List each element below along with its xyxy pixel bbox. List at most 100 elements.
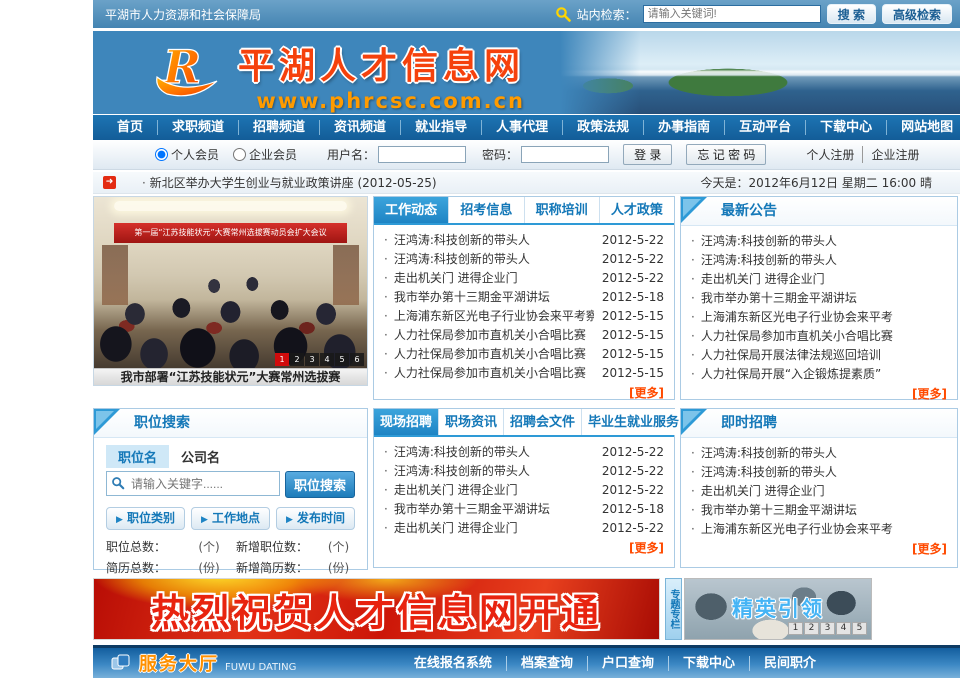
tab-work-news[interactable]: 工作动态 [374, 197, 449, 223]
more-link[interactable]: [更多] [374, 383, 674, 404]
advanced-search-button[interactable]: 高级检索 [882, 4, 952, 24]
list-item[interactable]: 汪鸿涛:科技创新的带头人 [691, 232, 947, 251]
photo-page-6[interactable]: 6 [350, 353, 364, 366]
nav-item-policies[interactable]: 政策法规 [562, 120, 643, 135]
news-item[interactable]: 汪鸿涛:科技创新的带头人2012-5-22 [384, 250, 664, 269]
list-item[interactable]: 上海浦东新区光电子行业协会来平考 [691, 520, 947, 539]
list-item[interactable]: 我市举办第十三期金平湖讲坛 [691, 501, 947, 520]
total-resumes-value: (份) [182, 558, 236, 579]
more-link[interactable]: [更多] [374, 538, 674, 559]
news-item[interactable]: 汪鸿涛:科技创新的带头人2012-5-22 [384, 443, 664, 462]
member-type-company[interactable]: 企业会员 [233, 146, 297, 163]
special-column-banner[interactable]: 精英引领 1 2 3 4 5 [684, 578, 872, 640]
special-page-5[interactable]: 5 [852, 622, 867, 635]
special-page-2[interactable]: 2 [804, 622, 819, 635]
list-item[interactable]: 走出机关门 进得企业门 [691, 270, 947, 289]
photo-banner-text: 第一届“江苏技能状元”大赛常州选拔赛动员会扩大会议 [114, 223, 347, 243]
ticker-arrow-icon: ➜ [103, 176, 116, 189]
job-keyword-input[interactable] [106, 471, 280, 496]
news-item[interactable]: 我市举办第十三期金平湖讲坛2012-5-18 [384, 500, 664, 519]
list-item[interactable]: 走出机关门 进得企业门 [691, 482, 947, 501]
filter-publish-time[interactable]: ▶发布时间 [276, 507, 355, 530]
photo-page-3[interactable]: 3 [305, 353, 319, 366]
special-page-1[interactable]: 1 [788, 622, 803, 635]
special-page-4[interactable]: 4 [836, 622, 851, 635]
password-field[interactable] [521, 146, 609, 163]
footer-link-archive-query[interactable]: 档案查询 [506, 656, 587, 671]
site-search-button[interactable]: 搜 索 [827, 4, 876, 24]
footer-link-download-center[interactable]: 下载中心 [668, 656, 749, 671]
photo-page-1[interactable]: 1 [275, 353, 289, 366]
nav-item-information[interactable]: 资讯频道 [319, 120, 400, 135]
footer-link-online-registration[interactable]: 在线报名系统 [400, 656, 506, 671]
tab-graduate-service[interactable]: 毕业生就业服务 [582, 409, 685, 435]
company-register-link[interactable]: 企业注册 [862, 146, 927, 163]
tab-onsite-recruit[interactable]: 现场招聘 [374, 409, 439, 435]
personal-register-link[interactable]: 个人注册 [798, 146, 862, 163]
company-member-radio[interactable] [233, 148, 246, 161]
list-item[interactable]: 人力社保局参加市直机关小合唱比赛 [691, 327, 947, 346]
photo-page-2[interactable]: 2 [290, 353, 304, 366]
username-field[interactable] [378, 146, 466, 163]
news-item[interactable]: 汪鸿涛:科技创新的带头人2012-5-22 [384, 462, 664, 481]
meeting-photo[interactable]: 第一届“江苏技能状元”大赛常州选拔赛动员会扩大会议 1 2 3 4 5 6 [94, 197, 367, 368]
list-item[interactable]: 上海浦东新区光电子行业协会来平考 [691, 308, 947, 327]
news-item[interactable]: 走出机关门 进得企业门2012-5-22 [384, 481, 664, 500]
news-item[interactable]: 人力社保局参加市直机关小合唱比赛2012-5-15 [384, 326, 664, 345]
news-item[interactable]: 我市举办第十三期金平湖讲坛2012-5-18 [384, 288, 664, 307]
photo-page-4[interactable]: 4 [320, 353, 334, 366]
special-column-title: 精英引领 [732, 593, 824, 623]
nav-item-sitemap[interactable]: 网站地图 [886, 120, 960, 135]
news-item[interactable]: 走出机关门 进得企业门2012-5-22 [384, 269, 664, 288]
corner-ribbon-icon [681, 197, 707, 223]
member-type-personal[interactable]: 个人会员 [155, 146, 219, 163]
tab-jobfair-files[interactable]: 招聘会文件 [504, 409, 582, 435]
tab-career-info[interactable]: 职场资讯 [439, 409, 504, 435]
personal-member-radio[interactable] [155, 148, 168, 161]
list-item[interactable]: 汪鸿涛:科技创新的带头人 [691, 463, 947, 482]
news-item[interactable]: 上海浦东新区光电子行业协会来平考察2012-5-15 [384, 307, 664, 326]
arrow-right-icon: ▶ [116, 515, 123, 525]
nav-item-recruitment[interactable]: 招聘频道 [238, 120, 319, 135]
news-item[interactable]: 人力社保局参加市直机关小合唱比赛2012-5-15 [384, 345, 664, 364]
footer-link-hukou-query[interactable]: 户口查询 [587, 656, 668, 671]
special-column-strip[interactable]: 专题专栏 [665, 578, 682, 640]
nav-item-job-seeking[interactable]: 求职频道 [157, 120, 238, 135]
tab-company-name[interactable]: 公司名 [169, 445, 232, 468]
nav-item-home[interactable]: 首页 [103, 120, 157, 135]
promo-banner[interactable]: 热烈祝贺人才信息网开通 [93, 578, 660, 640]
special-page-3[interactable]: 3 [820, 622, 835, 635]
list-item[interactable]: 人力社保局开展法律法规巡回培训 [691, 346, 947, 365]
list-item[interactable]: 我市举办第十三期金平湖讲坛 [691, 289, 947, 308]
photo-caption-link[interactable]: 我市部署“江苏技能状元”大赛常州选拔赛 [94, 368, 367, 385]
filter-work-location[interactable]: ▶工作地点 [191, 507, 270, 530]
list-item[interactable]: 人力社保局开展“入企锻炼提素质” [691, 365, 947, 384]
password-label: 密码： [482, 146, 518, 163]
nav-item-hr-agency[interactable]: 人事代理 [481, 120, 562, 135]
nav-item-download-center[interactable]: 下载中心 [805, 120, 886, 135]
tab-position-name[interactable]: 职位名 [106, 445, 169, 468]
list-item[interactable]: 汪鸿涛:科技创新的带头人 [691, 444, 947, 463]
filter-job-category[interactable]: ▶职位类别 [106, 507, 185, 530]
nav-item-interactive-platform[interactable]: 互动平台 [724, 120, 805, 135]
tab-exam-info[interactable]: 招考信息 [449, 197, 524, 223]
nav-item-service-guide[interactable]: 办事指南 [643, 120, 724, 135]
site-search-input[interactable] [643, 5, 821, 23]
more-link[interactable]: [更多] [681, 384, 957, 405]
news-item[interactable]: 汪鸿涛:科技创新的带头人2012-5-22 [384, 231, 664, 250]
more-link[interactable]: [更多] [681, 539, 957, 560]
tab-talent-policy[interactable]: 人才政策 [600, 197, 674, 223]
site-search-label: 站内检索： [577, 6, 637, 23]
nav-item-employment-guidance[interactable]: 就业指导 [400, 120, 481, 135]
news-item[interactable]: 人力社保局参加市直机关小合唱比赛2012-5-15 [384, 364, 664, 383]
tab-title-training[interactable]: 职称培训 [525, 197, 600, 223]
list-item[interactable]: 汪鸿涛:科技创新的带头人 [691, 251, 947, 270]
forgot-password-button[interactable]: 忘 记 密 码 [686, 144, 766, 165]
footer-link-private-agency[interactable]: 民间职介 [749, 656, 830, 671]
news-item[interactable]: 走出机关门 进得企业门2012-5-22 [384, 519, 664, 538]
recruit-news-list: 汪鸿涛:科技创新的带头人2012-5-22 汪鸿涛:科技创新的带头人2012-5… [374, 437, 674, 538]
job-search-button[interactable]: 职位搜索 [285, 471, 355, 498]
login-button[interactable]: 登 录 [623, 144, 672, 165]
ticker-news-link[interactable]: 新北区举办大学生创业与就业政策讲座 (2012-05-25) [142, 174, 701, 191]
photo-page-5[interactable]: 5 [335, 353, 349, 366]
